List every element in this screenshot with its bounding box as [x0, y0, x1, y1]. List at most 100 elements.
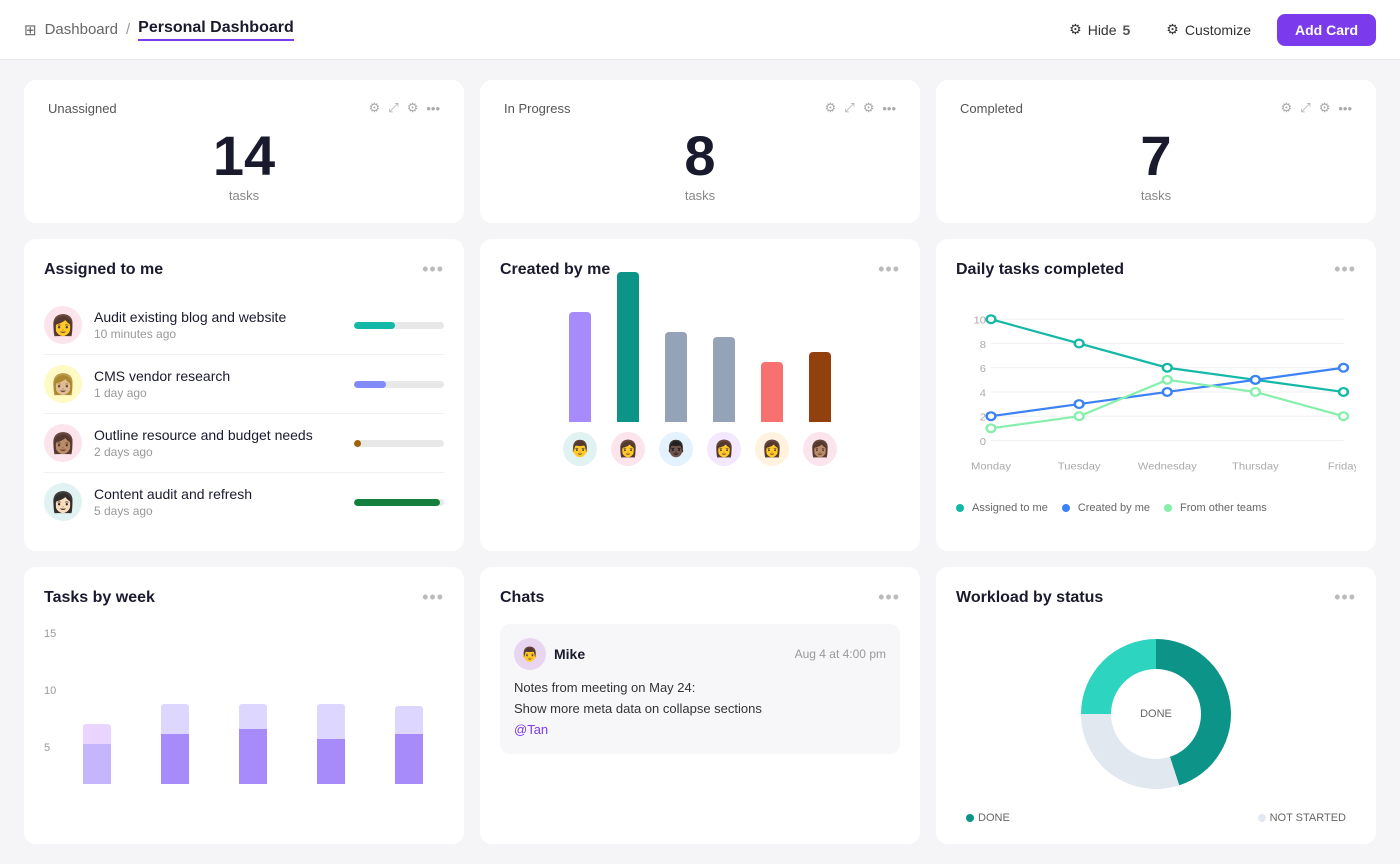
- card-header: Daily tasks completed •••: [956, 259, 1356, 280]
- breadcrumb-parent[interactable]: Dashboard: [45, 21, 118, 38]
- week-bar-top: [161, 704, 189, 734]
- hide-button[interactable]: ⚙ Hide 5: [1059, 15, 1140, 44]
- expand-icon[interactable]: ⤢: [388, 100, 398, 116]
- task-avatar: 👩🏼: [44, 365, 82, 403]
- created-bar-chart: 👨 👩 👨🏿 👩 👩: [500, 296, 900, 476]
- stat-header: In Progress ⚙ ⤢ ⚙ •••: [504, 100, 896, 116]
- more-icon[interactable]: •••: [882, 101, 896, 116]
- donut-chart: DONE: [956, 624, 1356, 804]
- task-item[interactable]: 👩🏻 Content audit and refresh 5 days ago: [44, 473, 444, 531]
- donut-legend-label: NOT STARTED: [1270, 812, 1346, 824]
- stat-cards-row: Unassigned ⚙ ⤢ ⚙ ••• 14 tasks In Progres…: [24, 80, 1376, 223]
- progress-bar-bg: [354, 381, 444, 388]
- task-progress: [354, 440, 444, 447]
- expand-icon[interactable]: ⤢: [1300, 100, 1310, 116]
- daily-title: Daily tasks completed: [956, 261, 1124, 279]
- stat-header: Completed ⚙ ⤢ ⚙ •••: [960, 100, 1352, 116]
- week-bar-bottom: [395, 734, 423, 784]
- donut-segment: [1081, 639, 1156, 714]
- card-header: Chats •••: [500, 587, 900, 608]
- donut-label-item: DONE: [966, 812, 1010, 824]
- bar-group: 👩: [707, 272, 741, 466]
- hide-count-badge: 5: [1123, 22, 1131, 38]
- bar-segment: [665, 332, 687, 422]
- customize-button[interactable]: ⚙ Customize: [1156, 15, 1261, 44]
- stat-card-unassigned: Unassigned ⚙ ⤢ ⚙ ••• 14 tasks: [24, 80, 464, 223]
- filter-icon[interactable]: ⚙: [825, 100, 837, 116]
- task-avatar: 👩🏻: [44, 483, 82, 521]
- settings-icon[interactable]: ⚙: [1319, 100, 1331, 116]
- chat-sender: 👨 Mike: [514, 638, 585, 670]
- progress-bar-bg: [354, 322, 444, 329]
- middle-row: Assigned to me ••• 👩 Audit existing blog…: [24, 239, 1376, 551]
- week-bar-group: [374, 654, 444, 784]
- chat-message: 👨 Mike Aug 4 at 4:00 pm Notes from meeti…: [500, 624, 900, 754]
- svg-text:Monday: Monday: [971, 461, 1012, 472]
- task-info: Outline resource and budget needs 2 days…: [94, 427, 342, 459]
- filter-icon[interactable]: ⚙: [369, 100, 381, 116]
- svg-text:Tuesday: Tuesday: [1058, 461, 1101, 472]
- add-card-button[interactable]: Add Card: [1277, 14, 1376, 46]
- y-label: 10: [44, 685, 56, 697]
- breadcrumb-separator: /: [126, 21, 130, 38]
- week-bar-group: [140, 654, 210, 784]
- customize-icon: ⚙: [1166, 21, 1179, 38]
- chats-menu[interactable]: •••: [878, 587, 900, 608]
- created-by-me-card: Created by me ••• 👨 👩 👨🏿: [480, 239, 920, 551]
- bar-group: 👩: [755, 272, 789, 466]
- bar-avatar: 👩: [707, 432, 741, 466]
- week-menu[interactable]: •••: [422, 587, 444, 608]
- daily-menu[interactable]: •••: [1334, 259, 1356, 280]
- stat-title: Completed: [960, 101, 1023, 116]
- stat-title: In Progress: [504, 101, 570, 116]
- svg-text:0: 0: [980, 436, 986, 447]
- stat-label: tasks: [960, 188, 1352, 203]
- stat-count: 14: [48, 128, 440, 184]
- task-info: Audit existing blog and website 10 minut…: [94, 309, 342, 341]
- bar-wrapper: [617, 272, 639, 422]
- bar-avatar: 👨🏿: [659, 432, 693, 466]
- svg-text:2: 2: [980, 412, 986, 423]
- bar-group: 👨🏿: [659, 272, 693, 466]
- expand-icon[interactable]: ⤢: [844, 100, 854, 116]
- task-avatar: 👩: [44, 306, 82, 344]
- task-name: Audit existing blog and website: [94, 309, 342, 325]
- week-bar-bottom: [239, 729, 267, 784]
- donut-legend-dot: [966, 814, 974, 822]
- bar-avatar: 👩: [611, 432, 645, 466]
- week-y-axis: 15105: [44, 624, 62, 754]
- more-icon[interactable]: •••: [1338, 101, 1352, 116]
- task-item[interactable]: 👩🏽 Outline resource and budget needs 2 d…: [44, 414, 444, 473]
- task-item[interactable]: 👩 Audit existing blog and website 10 min…: [44, 296, 444, 355]
- week-title: Tasks by week: [44, 589, 155, 607]
- settings-icon[interactable]: ⚙: [863, 100, 875, 116]
- svg-text:Thursday: Thursday: [1232, 461, 1280, 472]
- donut-legend-dot: [1258, 814, 1266, 822]
- y-label: 5: [44, 742, 56, 754]
- week-bar-bottom: [317, 739, 345, 784]
- workload-title: Workload by status: [956, 589, 1103, 607]
- more-icon[interactable]: •••: [426, 101, 440, 116]
- chat-mention[interactable]: @Tan: [514, 722, 548, 737]
- bar-wrapper: [665, 272, 687, 422]
- stat-actions: ⚙ ⤢ ⚙ •••: [825, 100, 896, 116]
- settings-icon[interactable]: ⚙: [407, 100, 419, 116]
- task-item[interactable]: 👩🏼 CMS vendor research 1 day ago: [44, 355, 444, 414]
- assigned-menu[interactable]: •••: [422, 259, 444, 280]
- week-bar-group: [218, 654, 288, 784]
- bar-group: 👩: [611, 272, 645, 466]
- task-avatar: 👩🏽: [44, 424, 82, 462]
- task-list: 👩 Audit existing blog and website 10 min…: [44, 296, 444, 531]
- chat-body: Notes from meeting on May 24: Show more …: [514, 678, 886, 740]
- assigned-title: Assigned to me: [44, 261, 163, 279]
- stat-header: Unassigned ⚙ ⤢ ⚙ •••: [48, 100, 440, 116]
- progress-bar-bg: [354, 499, 444, 506]
- legend-dot: [1164, 504, 1172, 512]
- card-header: Tasks by week •••: [44, 587, 444, 608]
- workload-menu[interactable]: •••: [1334, 587, 1356, 608]
- filter-icon[interactable]: ⚙: [1281, 100, 1293, 116]
- filter-icon: ⚙: [1069, 21, 1082, 38]
- bar-wrapper: [761, 272, 783, 422]
- created-menu[interactable]: •••: [878, 259, 900, 280]
- bar-segment: [569, 312, 591, 422]
